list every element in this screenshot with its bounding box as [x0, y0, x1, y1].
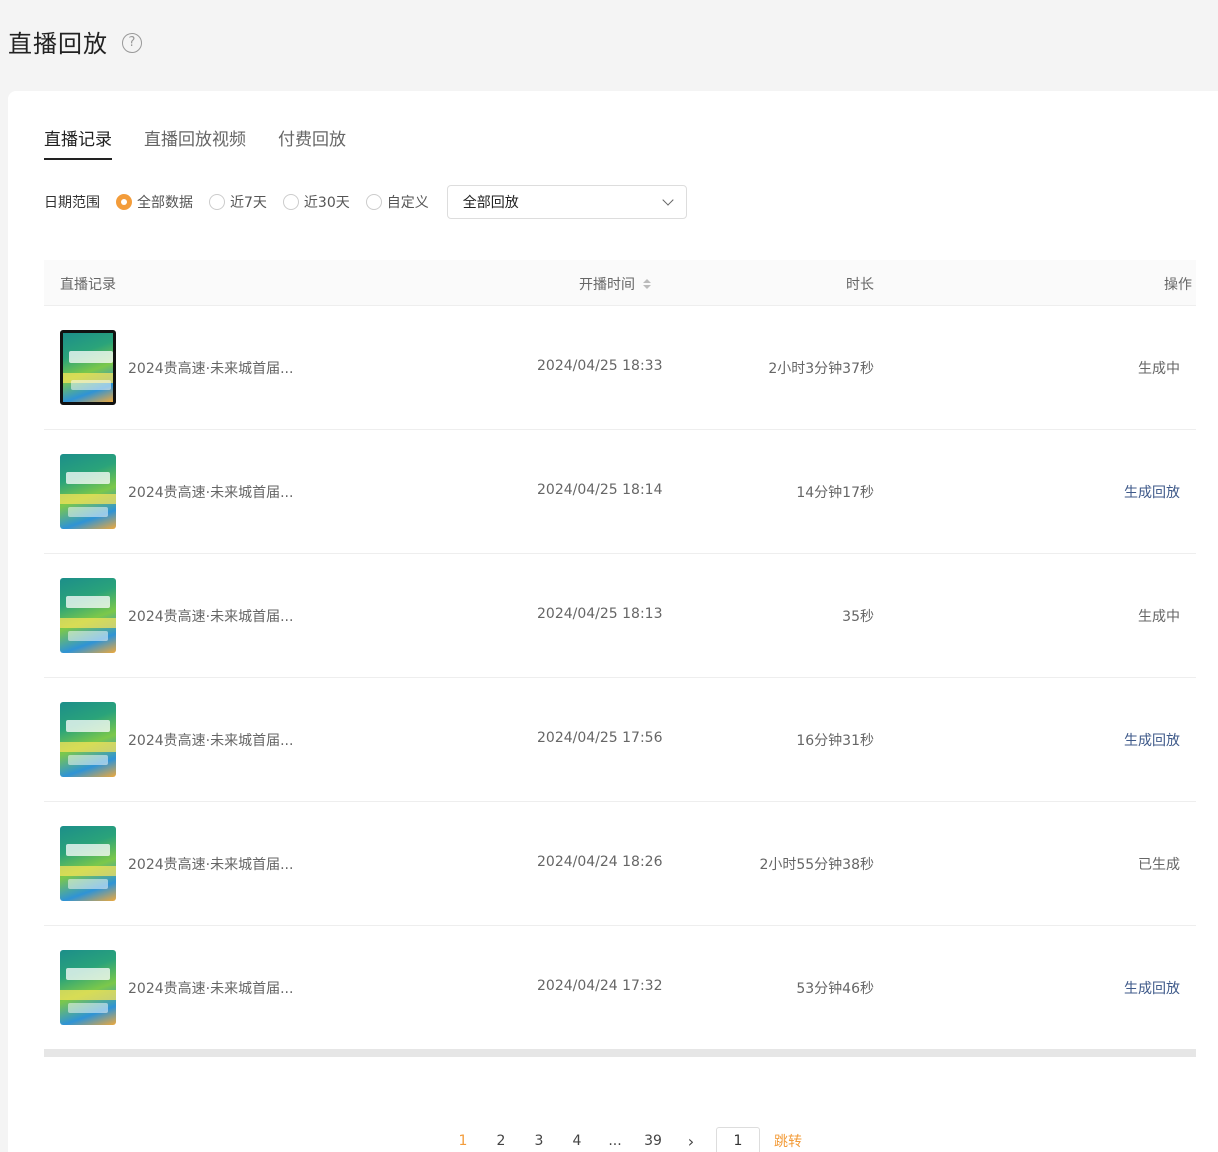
- record-start-time: 2024/04/25 18:33: [537, 358, 663, 374]
- record-start-time: 2024/04/25 17:56: [537, 730, 663, 746]
- cover-thumbnail[interactable]: [60, 454, 116, 529]
- sort-icon[interactable]: [643, 279, 651, 289]
- tab-paid-replay[interactable]: 付费回放: [278, 125, 346, 160]
- record-title: 2024贵高速·未来城首届...: [128, 981, 294, 997]
- cover-thumbnail[interactable]: [60, 578, 116, 653]
- table-row: 2024贵高速·未来城首届... 2024/04/24 17:32 53分钟46…: [44, 926, 1196, 1050]
- column-header-time[interactable]: 开播时间: [579, 274, 651, 294]
- radio-label: 近7天: [230, 195, 267, 211]
- cover-thumbnail[interactable]: [60, 826, 116, 901]
- record-title: 2024贵高速·未来城首届...: [128, 361, 294, 377]
- table-row: 2024贵高速·未来城首届... 2024/04/25 18:14 14分钟17…: [44, 430, 1196, 554]
- table-row: 2024贵高速·未来城首届... 2024/04/25 18:33 2小时3分钟…: [44, 306, 1196, 430]
- record-title: 2024贵高速·未来城首届...: [128, 733, 294, 749]
- tab-replay-videos[interactable]: 直播回放视频: [144, 125, 246, 160]
- table-row: 2024贵高速·未来城首届... 2024/04/24 18:26 2小时55分…: [44, 802, 1196, 926]
- table-row: 2024贵高速·未来城首届... 2024/04/25 18:13 35秒 生成…: [44, 554, 1196, 678]
- record-start-time: 2024/04/24 17:32: [537, 978, 663, 994]
- status-generated: 已生成: [1138, 857, 1180, 873]
- column-header-time-label: 开播时间: [579, 277, 635, 293]
- radio-unchecked-icon[interactable]: [209, 194, 225, 210]
- page-ellipsis[interactable]: ...: [596, 1133, 634, 1149]
- record-title: 2024贵高速·未来城首届...: [128, 857, 294, 873]
- page-title: 直播回放: [8, 30, 108, 58]
- question-circle-icon[interactable]: ?: [122, 32, 142, 53]
- radio-custom[interactable]: 自定义: [365, 192, 429, 212]
- record-duration: 2小时3分钟37秒: [768, 361, 874, 377]
- content-card: 直播记录 直播回放视频 付费回放 日期范围 全部数据 近7天 近30天 自定义 …: [8, 91, 1218, 1152]
- status-generating: 生成中: [1138, 361, 1180, 377]
- radio-unchecked-icon[interactable]: [282, 194, 299, 210]
- horizontal-scrollbar[interactable]: [44, 1049, 1196, 1057]
- table-header: 直播记录 开播时间 时长 操作: [44, 260, 1196, 306]
- generate-replay-button[interactable]: 生成回放: [1124, 482, 1180, 502]
- date-range-label: 日期范围: [44, 195, 100, 211]
- generate-replay-button[interactable]: 生成回放: [1124, 978, 1180, 998]
- radio-last-7-days[interactable]: 近7天: [209, 192, 267, 212]
- page-39[interactable]: 39: [634, 1133, 672, 1149]
- table-row: 2024贵高速·未来城首届... 2024/04/25 17:56 16分钟31…: [44, 678, 1196, 802]
- record-duration: 16分钟31秒: [796, 733, 874, 749]
- generate-replay-button[interactable]: 生成回放: [1124, 730, 1180, 750]
- page-2[interactable]: 2: [482, 1133, 520, 1149]
- record-duration: 53分钟46秒: [796, 981, 874, 997]
- record-start-time: 2024/04/25 18:14: [537, 482, 663, 498]
- column-header-record: 直播记录: [60, 277, 116, 293]
- select-value: 全部回放: [462, 195, 519, 211]
- cover-thumbnail[interactable]: [60, 330, 116, 405]
- page-header: 直播回放 ?: [8, 24, 142, 59]
- column-header-action: 操作: [1164, 277, 1192, 293]
- tab-live-records[interactable]: 直播记录: [44, 125, 112, 160]
- record-title: 2024贵高速·未来城首届...: [128, 485, 294, 501]
- radio-label: 全部数据: [137, 195, 193, 211]
- record-duration: 2小时55分钟38秒: [759, 857, 874, 873]
- replay-type-select[interactable]: 全部回放: [446, 185, 687, 219]
- record-title: 2024贵高速·未来城首届...: [128, 609, 294, 625]
- cover-thumbnail[interactable]: [60, 950, 116, 1025]
- record-duration: 35秒: [842, 609, 874, 625]
- page-1[interactable]: 1: [444, 1133, 482, 1149]
- radio-label: 近30天: [303, 195, 350, 211]
- radio-label: 自定义: [386, 195, 429, 211]
- column-header-duration: 时长: [846, 277, 874, 293]
- status-generating: 生成中: [1138, 609, 1180, 625]
- radio-unchecked-icon[interactable]: [365, 194, 382, 210]
- record-start-time: 2024/04/25 18:13: [537, 606, 663, 622]
- radio-last-30-days[interactable]: 近30天: [282, 192, 350, 212]
- jump-button[interactable]: 跳转: [774, 1131, 802, 1151]
- pagination: 1 2 3 4 ... 39 › 1 跳转: [444, 1127, 802, 1152]
- next-page-icon[interactable]: ›: [672, 1132, 710, 1151]
- records-table: 直播记录 开播时间 时长 操作 2024贵高速·未来城首届... 2024/04…: [44, 260, 1196, 1050]
- radio-checked-icon[interactable]: [116, 194, 132, 210]
- radio-all-data[interactable]: 全部数据: [116, 192, 193, 212]
- page-4[interactable]: 4: [558, 1133, 596, 1149]
- date-filter: 日期范围 全部数据 近7天 近30天 自定义 全部回放: [44, 185, 687, 219]
- page-jump-input[interactable]: 1: [716, 1127, 760, 1152]
- page-3[interactable]: 3: [520, 1133, 558, 1149]
- record-start-time: 2024/04/24 18:26: [537, 854, 663, 870]
- cover-thumbnail[interactable]: [60, 702, 116, 777]
- tab-bar: 直播记录 直播回放视频 付费回放: [44, 125, 378, 160]
- chevron-down-icon: [662, 194, 674, 206]
- record-duration: 14分钟17秒: [796, 485, 874, 501]
